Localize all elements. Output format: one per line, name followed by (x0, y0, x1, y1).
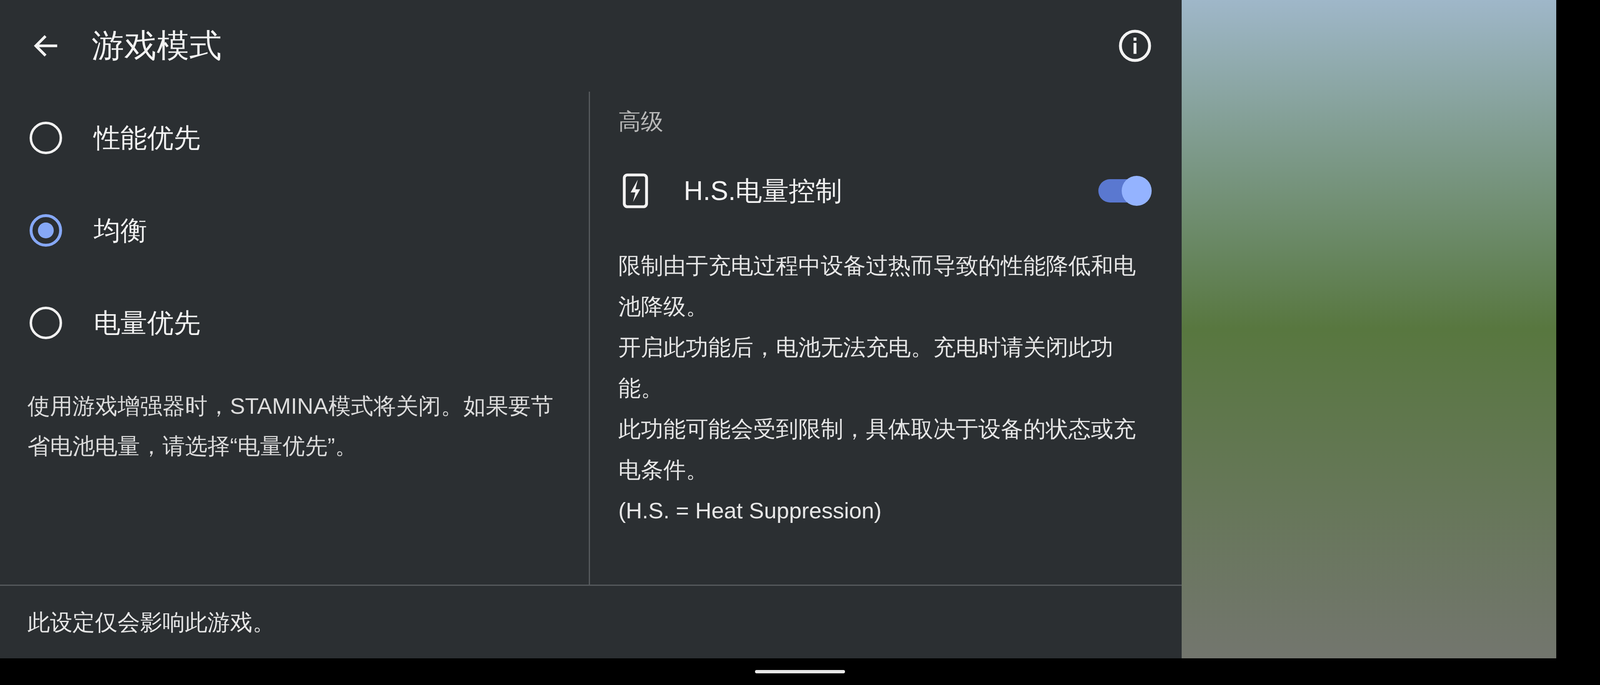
setting-row[interactable]: H.S.电量控制 (618, 165, 1150, 216)
header: 游戏模式 (0, 0, 1182, 92)
description-line: 限制由于充电过程中设备过热而导致的性能降低和电池降级。 (618, 245, 1156, 327)
setting-label: H.S.电量控制 (683, 175, 1099, 208)
radio-button[interactable] (29, 306, 63, 340)
back-button[interactable] (0, 30, 92, 61)
battery-icon-box (618, 173, 684, 209)
screen: 游戏模式 性能优先均衡电量优先使用游戏增强器时，STAMINA模式将关闭。如果要… (0, 0, 1600, 685)
game-view (1181, 0, 1557, 659)
footer-text: 此设定仅会影响此游戏。 (27, 607, 275, 637)
radio-button[interactable] (29, 214, 63, 247)
info-icon[interactable] (1117, 28, 1153, 64)
toggle-switch[interactable] (1098, 179, 1150, 203)
mode-label: 电量优先 (93, 307, 201, 340)
mode-option[interactable]: 电量优先 (0, 276, 589, 370)
section-heading: 高级 (618, 108, 1182, 135)
navigation-bar (0, 658, 1600, 685)
mode-label: 均衡 (93, 214, 148, 247)
radio-button[interactable] (29, 121, 63, 155)
mode-option[interactable]: 性能优先 (0, 91, 589, 185)
game-mode-panel: 游戏模式 性能优先均衡电量优先使用游戏增强器时，STAMINA模式将关闭。如果要… (0, 0, 1182, 659)
mode-column: 性能优先均衡电量优先使用游戏增强器时，STAMINA模式将关闭。如果要节省电池电… (0, 91, 590, 585)
back-arrow-icon[interactable] (30, 30, 61, 61)
mode-note: 使用游戏增强器时，STAMINA模式将关闭。如果要节省电池电量，请选择“电量优先… (0, 385, 555, 466)
info-button[interactable] (1088, 28, 1182, 64)
description-line: 此功能可能会受到限制，具体取决于设备的状态或充电条件。 (618, 408, 1156, 490)
radio-dot (37, 222, 54, 239)
battery-bolt-icon (622, 173, 649, 209)
mode-label: 性能优先 (93, 122, 201, 155)
toggle-knob (1121, 175, 1152, 206)
advanced-column: 高级 H.S.电量控制限制由于充电过程中设备过热而导致的性能降低和电池降级。开启此… (590, 91, 1182, 585)
title: 游戏模式 (91, 26, 1089, 66)
home-indicator[interactable] (755, 670, 845, 674)
setting-description: 限制由于充电过程中设备过热而导致的性能降低和电池降级。开启此功能后，电池无法充电… (618, 245, 1156, 531)
description-line: (H.S. = Heat Suppression) (618, 490, 1156, 531)
description-line: 开启此功能后，电池无法充电。充电时请关闭此功能。 (618, 326, 1156, 409)
edge (1556, 0, 1600, 659)
mode-option[interactable]: 均衡 (0, 184, 589, 277)
footer: 此设定仅会影响此游戏。 (0, 584, 1182, 659)
